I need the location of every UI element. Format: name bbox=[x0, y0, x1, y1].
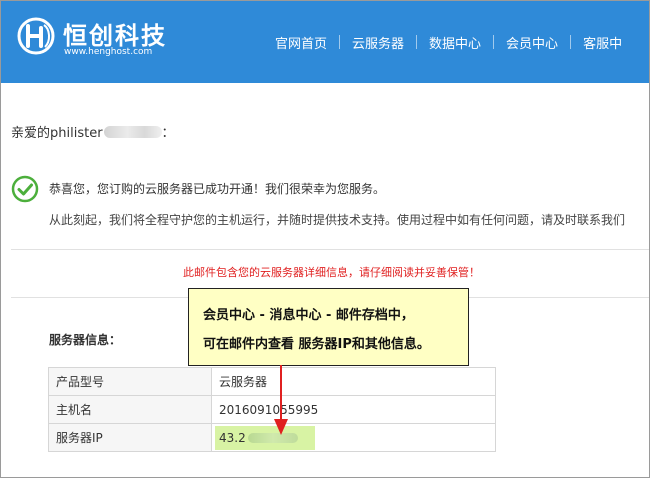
greeting: 亲爱的philister ： bbox=[11, 122, 175, 141]
greeting-name: 亲爱的philister bbox=[11, 126, 103, 141]
congrats-message: 恭喜您，您订购的云服务器已成功开通！我们很荣幸为您服务。 bbox=[49, 182, 386, 196]
support-message: 从此刻起，我们将全程守护您的主机运行，并随时提供技术支持。使用过程中如有任何问题… bbox=[49, 213, 626, 227]
server-info-heading: 服务器信息： bbox=[49, 333, 122, 347]
ip-highlight: 43.2 bbox=[215, 425, 315, 450]
nav-cloud-server[interactable]: 云服务器 bbox=[340, 33, 416, 52]
pointer-arrow-icon bbox=[274, 365, 288, 435]
greeting-colon: ： bbox=[161, 126, 175, 141]
nav-home[interactable]: 官网首页 bbox=[263, 33, 339, 52]
brand-url: www.henghost.com bbox=[64, 47, 153, 57]
row-key-product-model: 产品型号 bbox=[48, 367, 212, 396]
annotation-callout: 会员中心 - 消息中心 - 邮件存档中， 可在邮件内查看 服务器IP和其他信息。 bbox=[188, 288, 469, 366]
redacted-username bbox=[103, 126, 162, 138]
brand-title: 恒创科技 bbox=[63, 22, 167, 50]
callout-line-2: 可在邮件内查看 服务器IP和其他信息。 bbox=[203, 337, 430, 352]
security-notice: 此邮件包含您的云服务器详细信息，请仔细阅读并妥善保管！ bbox=[183, 266, 480, 279]
site-header: 恒创科技 www.henghost.com 官网首页 云服务器 数据中心 会员中… bbox=[1, 1, 649, 83]
server-ip-value: 43.2 bbox=[219, 430, 246, 445]
nav-member-center[interactable]: 会员中心 bbox=[494, 33, 570, 52]
nav-customer-service[interactable]: 客服中 bbox=[571, 33, 634, 52]
row-value-server-ip-cell: 43.2 bbox=[211, 423, 496, 452]
brand-logo[interactable]: 恒创科技 www.henghost.com bbox=[17, 15, 167, 65]
row-value-product-model: 云服务器 bbox=[211, 367, 496, 396]
row-key-hostname: 主机名 bbox=[48, 395, 212, 424]
nav-data-center[interactable]: 数据中心 bbox=[417, 33, 493, 52]
divider bbox=[11, 249, 649, 250]
row-value-hostname: 2016091055995 bbox=[211, 395, 496, 424]
email-window: 恒创科技 www.henghost.com 官网首页 云服务器 数据中心 会员中… bbox=[0, 0, 650, 478]
top-nav: 官网首页 云服务器 数据中心 会员中心 客服中 bbox=[263, 1, 634, 83]
success-check-icon bbox=[11, 175, 39, 203]
henghost-logo-icon bbox=[17, 17, 55, 55]
row-key-server-ip: 服务器IP bbox=[48, 423, 212, 452]
callout-line-1: 会员中心 - 消息中心 - 邮件存档中， bbox=[203, 308, 414, 323]
